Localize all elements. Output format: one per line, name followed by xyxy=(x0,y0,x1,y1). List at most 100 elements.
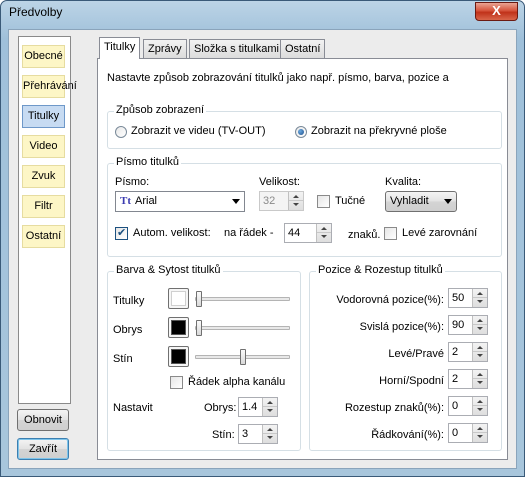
char-spacing-spinner[interactable]: 0 xyxy=(448,396,488,416)
char-spacing-updown[interactable] xyxy=(472,397,487,415)
tab-slozka-s-titulkami[interactable]: Složka s titulkami xyxy=(189,39,284,58)
bold-checkbox[interactable] xyxy=(317,195,330,208)
sidebar-item-zvuk[interactable]: Zvuk xyxy=(22,165,65,188)
arrow-down-icon xyxy=(477,408,483,411)
set-label: Nastavit xyxy=(113,402,153,414)
left-right-margin-updown[interactable] xyxy=(472,343,487,361)
left-align-label[interactable]: Levé zarovnání xyxy=(402,227,477,239)
per-line-value: 44 xyxy=(288,227,301,239)
arrow-up-icon xyxy=(477,319,483,322)
font-legend: Písmo titulků xyxy=(114,156,181,168)
size-spinner[interactable]: 32 xyxy=(259,191,304,211)
arrow-down-icon xyxy=(267,436,273,439)
outline-width-label: Obrys: xyxy=(204,402,237,414)
top-bottom-margin-spinner[interactable]: 2 xyxy=(448,369,488,389)
arrow-down-icon xyxy=(477,327,483,330)
sidebar-item-video[interactable]: Video xyxy=(22,135,65,158)
per-line-spinner[interactable]: 44 xyxy=(284,223,332,243)
reset-button[interactable]: Obnovit xyxy=(17,409,69,431)
arrow-up-icon xyxy=(267,401,273,404)
tab-ostatni[interactable]: Ostatní xyxy=(280,39,326,58)
subtitle-opacity-track xyxy=(195,297,290,301)
category-sidebar: Obecné Přehrávání Titulky Video Zvuk Fil… xyxy=(18,36,77,404)
per-line-updown[interactable] xyxy=(316,224,331,242)
close-button[interactable]: Zavřít xyxy=(17,438,69,460)
font-label: Písmo: xyxy=(115,176,150,188)
shadow-opacity-slider[interactable] xyxy=(240,349,246,365)
tab-zpravy[interactable]: Zprávy xyxy=(143,39,187,58)
size-value: 32 xyxy=(263,195,276,207)
outline-opacity-slider[interactable] xyxy=(196,320,202,336)
outline-color-button[interactable] xyxy=(168,317,189,338)
size-label: Velikost: xyxy=(259,176,300,188)
alpha-line-label[interactable]: Řádek alpha kanálu xyxy=(188,376,285,388)
chevron-down-icon xyxy=(444,199,452,204)
title-bar[interactable]: Předvolby X xyxy=(1,1,524,25)
left-right-margin-spinner[interactable]: 2 xyxy=(448,342,488,362)
arrow-down-icon xyxy=(477,381,483,384)
shadow-color-button[interactable] xyxy=(168,346,189,367)
font-select[interactable]: Tt Arial xyxy=(115,191,245,212)
left-align-checkbox[interactable] xyxy=(384,227,397,240)
close-window-button[interactable]: X xyxy=(475,2,518,21)
display-video-radio[interactable] xyxy=(115,126,127,138)
vertical-position-spinner[interactable]: 90 xyxy=(448,315,488,335)
window-title: Předvolby xyxy=(9,5,63,19)
line-spacing-value: 0 xyxy=(452,427,459,439)
arrow-up-icon xyxy=(477,346,483,349)
display-video-label[interactable]: Zobrazit ve videu (TV-OUT) xyxy=(131,125,265,137)
vertical-position-value: 90 xyxy=(452,319,465,331)
display-mode-group: Způsob zobrazení Zobrazit ve videu (TV-O… xyxy=(107,104,502,149)
top-bottom-margin-updown[interactable] xyxy=(472,370,487,388)
size-updown[interactable] xyxy=(288,192,303,210)
line-spacing-updown[interactable] xyxy=(472,424,487,442)
vertical-position-label: Svislá pozice(%): xyxy=(359,321,444,333)
shadow-size-updown[interactable] xyxy=(262,425,277,443)
arrow-up-icon xyxy=(321,227,327,230)
color-opacity-group: Barva & Sytost titulků Titulky Obrys Stí… xyxy=(107,264,301,451)
arrow-up-icon xyxy=(477,292,483,295)
arrow-up-icon xyxy=(477,427,483,430)
char-spacing-value: 0 xyxy=(452,400,459,412)
sidebar-item-titulky[interactable]: Titulky xyxy=(22,105,65,128)
sidebar-item-filtr[interactable]: Filtr xyxy=(22,195,65,218)
subtitle-color-button[interactable] xyxy=(168,288,189,309)
arrow-up-icon xyxy=(477,373,483,376)
auto-size-checkbox[interactable] xyxy=(115,226,128,240)
horizontal-position-spinner[interactable]: 50 xyxy=(448,288,488,308)
sidebar-item-prehravani[interactable]: Přehrávání xyxy=(22,75,77,98)
display-overlay-radio[interactable] xyxy=(295,126,307,138)
dialog-client-area: Obecné Přehrávání Titulky Video Zvuk Fil… xyxy=(8,29,517,469)
quality-select[interactable]: Vyhladit xyxy=(385,191,457,212)
font-type-icon: Tt xyxy=(120,195,131,207)
horizontal-position-updown[interactable] xyxy=(472,289,487,307)
arrow-up-icon xyxy=(267,428,273,431)
subtitle-color-swatch xyxy=(171,291,186,306)
arrow-down-icon xyxy=(321,235,327,238)
arrow-up-icon xyxy=(477,400,483,403)
horizontal-position-value: 50 xyxy=(452,292,465,304)
outline-width-updown[interactable] xyxy=(262,398,277,416)
tab-titulky[interactable]: Titulky xyxy=(99,37,141,59)
shadow-size-label: Stín: xyxy=(212,429,235,441)
auto-size-label[interactable]: Autom. velikost: xyxy=(133,227,211,239)
bold-label[interactable]: Tučné xyxy=(335,195,365,207)
sidebar-item-obecne[interactable]: Obecné xyxy=(22,45,65,68)
font-select-value: Arial xyxy=(135,195,158,207)
quality-label: Kvalita: xyxy=(385,176,422,188)
display-overlay-label[interactable]: Zobrazit na překryvné ploše xyxy=(311,125,447,137)
outline-width-spinner[interactable]: 1.4 xyxy=(238,397,278,417)
alpha-line-checkbox[interactable] xyxy=(170,376,183,389)
vertical-position-updown[interactable] xyxy=(472,316,487,334)
color-row-label: Titulky xyxy=(113,295,145,307)
shadow-size-spinner[interactable]: 3 xyxy=(238,424,278,444)
sidebar-item-ostatni[interactable]: Ostatní xyxy=(22,225,65,248)
color-row-label: Stín xyxy=(113,353,133,365)
left-right-margin-value: 2 xyxy=(452,346,459,358)
char-spacing-label: Rozestup znaků(%): xyxy=(344,402,444,414)
subtitle-opacity-slider[interactable] xyxy=(196,291,202,307)
color-row-label: Obrys xyxy=(113,324,143,336)
arrow-down-icon xyxy=(267,409,273,412)
subtitles-tab-panel: Nastavte způsob zobrazování titulků jako… xyxy=(97,58,508,460)
line-spacing-spinner[interactable]: 0 xyxy=(448,423,488,443)
